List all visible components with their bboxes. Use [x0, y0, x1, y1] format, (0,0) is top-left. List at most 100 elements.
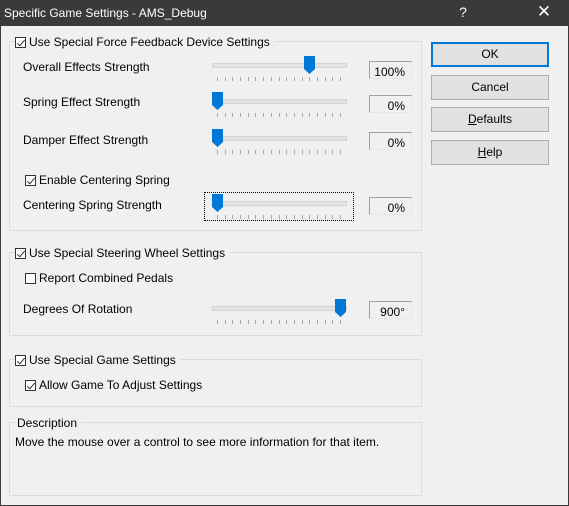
- slider-tick: [225, 320, 226, 324]
- centering-spring-label: Enable Centering Spring: [39, 173, 170, 187]
- slider-tick: [240, 320, 241, 324]
- slider-thumb[interactable]: [212, 194, 223, 212]
- overall-effects-value: 100%: [369, 61, 412, 79]
- checkbox-icon[interactable]: [25, 174, 36, 186]
- slider-tick: [248, 215, 249, 219]
- slider-tick: [255, 77, 256, 81]
- slider-tick: [309, 150, 310, 154]
- slider-tick: [325, 77, 326, 81]
- slider-tick: [302, 150, 303, 154]
- steering-toggle[interactable]: Use Special Steering Wheel Settings: [15, 246, 230, 260]
- damper-effect-label: Damper Effect Strength: [23, 133, 149, 147]
- close-icon[interactable]: ✕: [530, 2, 558, 22]
- slider-tick: [217, 215, 218, 219]
- slider-thumb[interactable]: [212, 92, 223, 110]
- slider-tick: [271, 113, 272, 117]
- slider-track[interactable]: [212, 306, 347, 311]
- force-feedback-toggle[interactable]: Use Special Force Feedback Device Settin…: [15, 35, 274, 49]
- slider-tick: [225, 77, 226, 81]
- steering-group: [9, 252, 422, 336]
- help-label: elp: [486, 145, 503, 159]
- slider-tick: [309, 113, 310, 117]
- slider-tick: [340, 113, 341, 117]
- slider-tick: [232, 77, 233, 81]
- slider-tick: [232, 150, 233, 154]
- checkbox-icon[interactable]: [15, 247, 26, 259]
- checkbox-icon[interactable]: [25, 272, 36, 284]
- description-heading: Description: [17, 416, 78, 430]
- slider-track[interactable]: [212, 63, 347, 68]
- checkbox-icon[interactable]: [15, 36, 26, 48]
- slider-tick: [286, 150, 287, 154]
- checkbox-icon[interactable]: [15, 354, 26, 366]
- slider-tick: [294, 320, 295, 324]
- slider-tick: [294, 215, 295, 219]
- slider-track[interactable]: [212, 201, 347, 206]
- slider-thumb[interactable]: [212, 129, 223, 147]
- description-text: Move the mouse over a control to see mor…: [15, 435, 380, 449]
- slider-tick: [232, 215, 233, 219]
- slider-tick: [302, 320, 303, 324]
- slider-tick: [286, 113, 287, 117]
- game-toggle[interactable]: Use Special Game Settings: [15, 353, 180, 367]
- slider-thumb[interactable]: [304, 56, 316, 74]
- slider-tick: [232, 113, 233, 117]
- slider-tick: [232, 320, 233, 324]
- description-title: Description: [15, 416, 82, 430]
- slider-tick: [302, 77, 303, 81]
- slider-tick: [302, 113, 303, 117]
- slider-tick: [263, 77, 264, 81]
- slider-track[interactable]: [212, 136, 347, 141]
- slider-tick: [263, 113, 264, 117]
- slider-tick: [294, 77, 295, 81]
- centering-strength-label: Centering Spring Strength: [23, 198, 162, 212]
- allow-adjust-label: Allow Game To Adjust Settings: [39, 378, 203, 392]
- slider-tick: [271, 77, 272, 81]
- slider-tick: [279, 113, 280, 117]
- slider-tick: [240, 113, 241, 117]
- rotation-label: Degrees Of Rotation: [23, 302, 133, 316]
- checkbox-icon[interactable]: [25, 379, 36, 391]
- slider-tick: [240, 215, 241, 219]
- slider-tick: [286, 77, 287, 81]
- slider-tick: [294, 150, 295, 154]
- slider-tick: [248, 113, 249, 117]
- slider-tick: [325, 113, 326, 117]
- help-button[interactable]: Help: [431, 140, 549, 165]
- slider-tick: [225, 150, 226, 154]
- slider-ticks: [217, 113, 341, 117]
- slider-tick: [317, 320, 318, 324]
- slider-tick: [309, 215, 310, 219]
- help-icon[interactable]: ?: [453, 4, 473, 20]
- combined-pedals-toggle[interactable]: Report Combined Pedals: [25, 271, 178, 285]
- slider-tick: [248, 320, 249, 324]
- combined-pedals-label: Report Combined Pedals: [39, 271, 174, 285]
- slider-tick: [217, 77, 218, 81]
- defaults-button[interactable]: Defaults: [431, 107, 549, 132]
- slider-tick: [225, 113, 226, 117]
- centering-spring-toggle[interactable]: Enable Centering Spring: [25, 173, 174, 187]
- slider-tick: [255, 215, 256, 219]
- allow-adjust-toggle[interactable]: Allow Game To Adjust Settings: [25, 378, 207, 392]
- slider-ticks: [217, 77, 341, 81]
- slider-tick: [317, 215, 318, 219]
- slider-ticks: [217, 150, 341, 154]
- slider-tick: [302, 215, 303, 219]
- slider-tick: [309, 320, 310, 324]
- slider-tick: [248, 150, 249, 154]
- slider-thumb[interactable]: [335, 299, 346, 317]
- slider-tick: [225, 215, 226, 219]
- ok-button[interactable]: OK: [431, 42, 549, 67]
- cancel-button[interactable]: Cancel: [431, 75, 549, 100]
- slider-tick: [332, 113, 333, 117]
- force-feedback-label: Use Special Force Feedback Device Settin…: [29, 35, 270, 49]
- slider-tick: [248, 77, 249, 81]
- slider-tick: [279, 77, 280, 81]
- spring-effect-label: Spring Effect Strength: [23, 95, 141, 109]
- slider-track[interactable]: [212, 99, 347, 104]
- slider-tick: [325, 150, 326, 154]
- slider-tick: [325, 320, 326, 324]
- slider-tick: [332, 77, 333, 81]
- slider-tick: [340, 77, 341, 81]
- defaults-mnemonic: D: [467, 112, 477, 126]
